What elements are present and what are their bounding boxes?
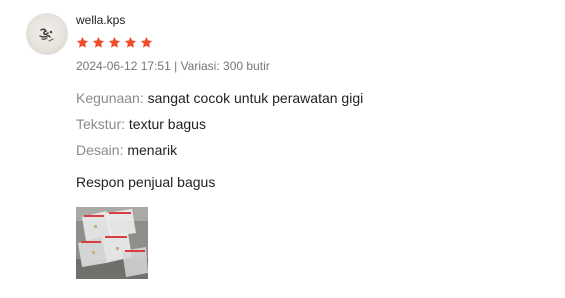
review-photo-thumbnail[interactable] xyxy=(76,207,148,279)
attribute-usage: Kegunaan: sangat cocok untuk perawatan g… xyxy=(76,90,363,107)
avatar-image xyxy=(39,28,54,42)
avatar[interactable] xyxy=(26,13,68,55)
star-icon xyxy=(124,36,137,48)
attribute-value: sangat cocok untuk perawatan gigi xyxy=(147,90,364,106)
attribute-design: Desain: menarik xyxy=(76,142,177,159)
rating-stars xyxy=(76,36,153,50)
meta-separator: | xyxy=(174,59,178,73)
star-icon xyxy=(108,36,121,48)
review-item: wella.kps 2024-06-12 17:51 | Variasi: 30… xyxy=(0,0,565,298)
star-icon xyxy=(76,36,89,48)
attribute-key: Kegunaan: xyxy=(76,90,144,106)
attribute-texture: Tekstur: textur bagus xyxy=(76,116,206,133)
star-icon xyxy=(92,36,105,48)
photo-image xyxy=(76,207,148,279)
star-icon xyxy=(140,36,153,48)
username[interactable]: wella.kps xyxy=(76,13,125,27)
attribute-value: menarik xyxy=(127,142,178,158)
variation-value: 300 butir xyxy=(223,59,270,73)
attribute-key: Tekstur: xyxy=(76,116,126,132)
review-date: 2024-06-12 17:51 xyxy=(76,59,171,73)
review-comment: Respon penjual bagus xyxy=(76,174,216,190)
review-meta: 2024-06-12 17:51 | Variasi: 300 butir xyxy=(76,59,270,73)
variation-label: Variasi: xyxy=(180,59,220,73)
attribute-key: Desain: xyxy=(76,142,124,158)
attribute-value: textur bagus xyxy=(128,116,206,132)
